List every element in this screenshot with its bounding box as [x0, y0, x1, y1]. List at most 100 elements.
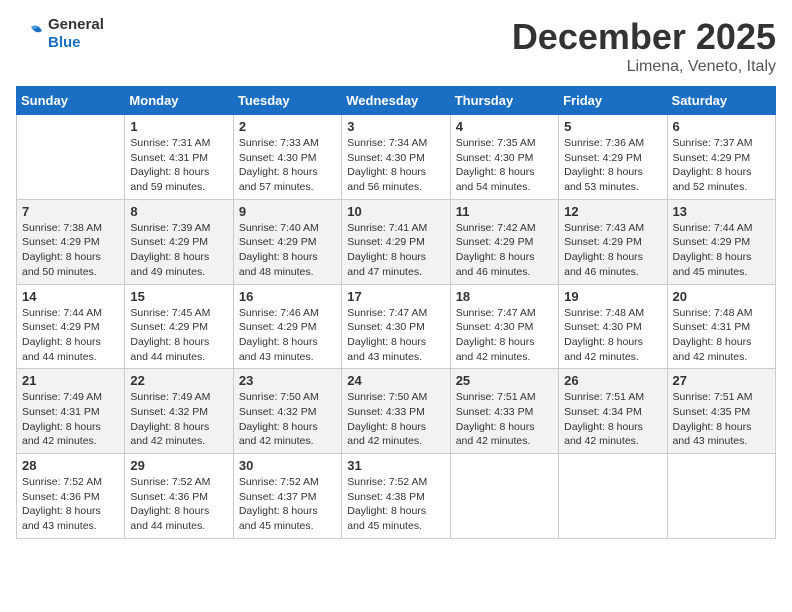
logo: General Blue — [16, 16, 104, 51]
day-info: Sunrise: 7:46 AMSunset: 4:29 PMDaylight:… — [239, 306, 336, 365]
day-info: Sunrise: 7:51 AMSunset: 4:35 PMDaylight:… — [673, 390, 770, 449]
header-wednesday: Wednesday — [342, 87, 450, 115]
table-row: 21Sunrise: 7:49 AMSunset: 4:31 PMDayligh… — [17, 369, 776, 454]
table-cell: 13 Sunrise: 7:44 AMSunset: 4:29 PMDayligh… — [667, 199, 775, 284]
table-cell: 20 Sunrise: 7:48 AMSunset: 4:31 PMDayligh… — [667, 284, 775, 369]
table-cell: 17 Sunrise: 7:47 AMSunset: 4:30 PMDayligh… — [342, 284, 450, 369]
header: General Blue December 2025 Limena, Venet… — [16, 16, 776, 76]
day-number: 26 — [564, 373, 661, 388]
table-cell: 2 Sunrise: 7:33 AMSunset: 4:30 PMDaylight… — [233, 115, 341, 200]
day-number: 27 — [673, 373, 770, 388]
day-info: Sunrise: 7:52 AMSunset: 4:38 PMDaylight:… — [347, 475, 444, 534]
table-row: 7 Sunrise: 7:38 AMSunset: 4:29 PMDaylight… — [17, 199, 776, 284]
day-number: 2 — [239, 119, 336, 134]
header-saturday: Saturday — [667, 87, 775, 115]
day-number: 7 — [22, 204, 119, 219]
day-info: Sunrise: 7:37 AMSunset: 4:29 PMDaylight:… — [673, 136, 770, 195]
day-number: 14 — [22, 289, 119, 304]
table-cell: 16 Sunrise: 7:46 AMSunset: 4:29 PMDayligh… — [233, 284, 341, 369]
table-cell: 27 Sunrise: 7:51 AMSunset: 4:35 PMDayligh… — [667, 369, 775, 454]
day-number: 23 — [239, 373, 336, 388]
table-cell: 30 Sunrise: 7:52 AMSunset: 4:37 PMDayligh… — [233, 454, 341, 539]
logo-bird-icon — [16, 19, 46, 49]
day-number: 25 — [456, 373, 553, 388]
day-number: 24 — [347, 373, 444, 388]
day-number: 15 — [130, 289, 227, 304]
day-number: 8 — [130, 204, 227, 219]
table-cell: 10 Sunrise: 7:41 AMSunset: 4:29 PMDayligh… — [342, 199, 450, 284]
day-number: 31 — [347, 458, 444, 473]
location-title: Limena, Veneto, Italy — [512, 58, 776, 76]
table-row: 28 Sunrise: 7:52 AMSunset: 4:36 PMDayligh… — [17, 454, 776, 539]
table-cell — [559, 454, 667, 539]
day-info: Sunrise: 7:42 AMSunset: 4:29 PMDaylight:… — [456, 221, 553, 280]
table-cell: 12Sunrise: 7:43 AMSunset: 4:29 PMDayligh… — [559, 199, 667, 284]
day-number: 29 — [130, 458, 227, 473]
day-info: Sunrise: 7:39 AMSunset: 4:29 PMDaylight:… — [130, 221, 227, 280]
day-number: 10 — [347, 204, 444, 219]
day-info: Sunrise: 7:47 AMSunset: 4:30 PMDaylight:… — [456, 306, 553, 365]
day-number: 28 — [22, 458, 119, 473]
logo-blue: Blue — [48, 34, 81, 51]
header-tuesday: Tuesday — [233, 87, 341, 115]
table-cell: 8 Sunrise: 7:39 AMSunset: 4:29 PMDaylight… — [125, 199, 233, 284]
day-info: Sunrise: 7:47 AMSunset: 4:30 PMDaylight:… — [347, 306, 444, 365]
day-number: 1 — [130, 119, 227, 134]
day-info: Sunrise: 7:48 AMSunset: 4:30 PMDaylight:… — [564, 306, 661, 365]
day-info: Sunrise: 7:31 AMSunset: 4:31 PMDaylight:… — [130, 136, 227, 195]
day-info: Sunrise: 7:38 AMSunset: 4:29 PMDaylight:… — [22, 221, 119, 280]
table-cell — [17, 115, 125, 200]
day-info: Sunrise: 7:52 AMSunset: 4:37 PMDaylight:… — [239, 475, 336, 534]
day-number: 4 — [456, 119, 553, 134]
table-cell: 26 Sunrise: 7:51 AMSunset: 4:34 PMDayligh… — [559, 369, 667, 454]
table-cell — [667, 454, 775, 539]
table-cell: 19 Sunrise: 7:48 AMSunset: 4:30 PMDayligh… — [559, 284, 667, 369]
day-info: Sunrise: 7:45 AMSunset: 4:29 PMDaylight:… — [130, 306, 227, 365]
header-thursday: Thursday — [450, 87, 558, 115]
day-info: Sunrise: 7:52 AMSunset: 4:36 PMDaylight:… — [22, 475, 119, 534]
table-cell: 21Sunrise: 7:49 AMSunset: 4:31 PMDayligh… — [17, 369, 125, 454]
table-cell: 14 Sunrise: 7:44 AMSunset: 4:29 PMDayligh… — [17, 284, 125, 369]
day-info: Sunrise: 7:49 AMSunset: 4:32 PMDaylight:… — [130, 390, 227, 449]
day-number: 5 — [564, 119, 661, 134]
table-cell: 5 Sunrise: 7:36 AMSunset: 4:29 PMDaylight… — [559, 115, 667, 200]
day-info: Sunrise: 7:36 AMSunset: 4:29 PMDaylight:… — [564, 136, 661, 195]
day-info: Sunrise: 7:51 AMSunset: 4:34 PMDaylight:… — [564, 390, 661, 449]
day-info: Sunrise: 7:34 AMSunset: 4:30 PMDaylight:… — [347, 136, 444, 195]
day-number: 19 — [564, 289, 661, 304]
header-sunday: Sunday — [17, 87, 125, 115]
day-info: Sunrise: 7:48 AMSunset: 4:31 PMDaylight:… — [673, 306, 770, 365]
day-info: Sunrise: 7:41 AMSunset: 4:29 PMDaylight:… — [347, 221, 444, 280]
table-cell — [450, 454, 558, 539]
day-info: Sunrise: 7:51 AMSunset: 4:33 PMDaylight:… — [456, 390, 553, 449]
day-info: Sunrise: 7:49 AMSunset: 4:31 PMDaylight:… — [22, 390, 119, 449]
table-cell: 28 Sunrise: 7:52 AMSunset: 4:36 PMDayligh… — [17, 454, 125, 539]
table-cell: 29 Sunrise: 7:52 AMSunset: 4:36 PMDayligh… — [125, 454, 233, 539]
day-info: Sunrise: 7:50 AMSunset: 4:33 PMDaylight:… — [347, 390, 444, 449]
day-number: 16 — [239, 289, 336, 304]
day-info: Sunrise: 7:44 AMSunset: 4:29 PMDaylight:… — [673, 221, 770, 280]
table-cell: 23 Sunrise: 7:50 AMSunset: 4:32 PMDayligh… — [233, 369, 341, 454]
day-info: Sunrise: 7:50 AMSunset: 4:32 PMDaylight:… — [239, 390, 336, 449]
day-number: 17 — [347, 289, 444, 304]
month-title: December 2025 — [512, 16, 776, 58]
header-monday: Monday — [125, 87, 233, 115]
day-number: 18 — [456, 289, 553, 304]
day-number: 22 — [130, 373, 227, 388]
day-number: 20 — [673, 289, 770, 304]
table-cell: 7 Sunrise: 7:38 AMSunset: 4:29 PMDaylight… — [17, 199, 125, 284]
table-cell: 22 Sunrise: 7:49 AMSunset: 4:32 PMDayligh… — [125, 369, 233, 454]
table-cell: 3Sunrise: 7:34 AMSunset: 4:30 PMDaylight… — [342, 115, 450, 200]
calendar-header-row: Sunday Monday Tuesday Wednesday Thursday… — [17, 87, 776, 115]
table-cell: 18 Sunrise: 7:47 AMSunset: 4:30 PMDayligh… — [450, 284, 558, 369]
table-cell: 9Sunrise: 7:40 AMSunset: 4:29 PMDaylight… — [233, 199, 341, 284]
day-info: Sunrise: 7:44 AMSunset: 4:29 PMDaylight:… — [22, 306, 119, 365]
day-info: Sunrise: 7:33 AMSunset: 4:30 PMDaylight:… — [239, 136, 336, 195]
table-row: 14 Sunrise: 7:44 AMSunset: 4:29 PMDayligh… — [17, 284, 776, 369]
table-cell: 25 Sunrise: 7:51 AMSunset: 4:33 PMDayligh… — [450, 369, 558, 454]
table-cell: 11Sunrise: 7:42 AMSunset: 4:29 PMDayligh… — [450, 199, 558, 284]
day-number: 13 — [673, 204, 770, 219]
day-number: 30 — [239, 458, 336, 473]
table-cell: 24 Sunrise: 7:50 AMSunset: 4:33 PMDayligh… — [342, 369, 450, 454]
day-info: Sunrise: 7:52 AMSunset: 4:36 PMDaylight:… — [130, 475, 227, 534]
